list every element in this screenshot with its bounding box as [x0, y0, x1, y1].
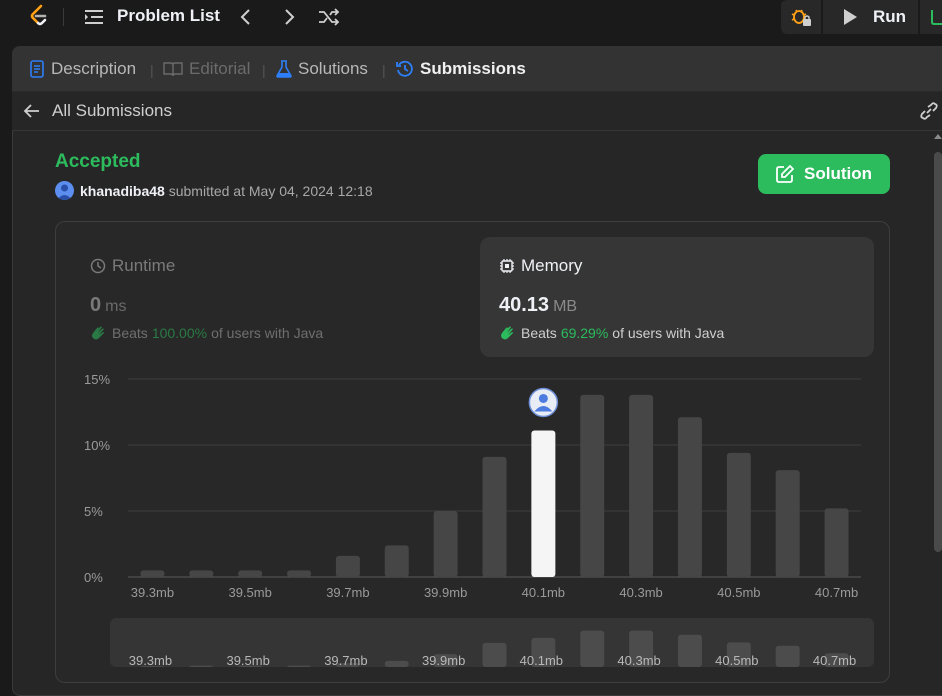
avatar-marker-head	[538, 393, 548, 403]
bar	[335, 555, 360, 577]
bar	[775, 470, 800, 577]
bar	[287, 570, 312, 577]
bar	[726, 452, 751, 577]
x-tick-label: 40.7mb	[815, 585, 858, 600]
overview-x-tick-label: 39.5mb	[226, 653, 269, 668]
overview-x-tick-label: 40.7mb	[813, 653, 856, 668]
x-tick-label: 40.5mb	[717, 585, 760, 600]
scrollbar-thumb[interactable]	[934, 152, 942, 552]
overview-x-tick-label: 39.9mb	[422, 653, 465, 668]
overview-bar	[482, 642, 507, 667]
overview-bar	[384, 660, 409, 667]
overview-bar	[580, 630, 605, 667]
bar	[384, 545, 409, 577]
x-tick-label: 39.5mb	[228, 585, 271, 600]
bar	[238, 570, 263, 577]
y-tick-label: 0%	[84, 570, 103, 585]
overview-bar	[775, 645, 800, 667]
memory-distribution-chart: 15% 10% 5% 0% 39.3mb 39.5mb 39.7mb 39.9mb 40.1mb…	[84, 372, 874, 668]
bar	[433, 511, 458, 577]
y-tick-label: 10%	[84, 438, 110, 453]
overview-bar	[189, 665, 214, 667]
x-tick-label: 40.1mb	[522, 585, 565, 600]
x-tick-label: 39.3mb	[131, 585, 174, 600]
bar	[824, 508, 849, 577]
scroll-up-icon[interactable]	[934, 134, 942, 139]
bar	[482, 456, 507, 577]
overview-bar	[677, 634, 702, 667]
x-tick-label: 39.9mb	[424, 585, 467, 600]
bar	[140, 570, 165, 577]
overview-bar	[287, 665, 312, 667]
bar	[629, 394, 654, 577]
overview-x-tick-label: 40.5mb	[715, 653, 758, 668]
bar-highlight	[531, 430, 556, 577]
overview-x-tick-label: 39.3mb	[129, 653, 172, 668]
overview-x-tick-label: 40.1mb	[520, 653, 563, 668]
bar	[189, 570, 214, 577]
overview-x-tick-label: 40.3mb	[617, 653, 660, 668]
overview-x-tick-label: 39.7mb	[324, 653, 367, 668]
x-tick-label: 39.7mb	[326, 585, 369, 600]
y-tick-label: 15%	[84, 372, 110, 387]
x-tick-label: 40.3mb	[619, 585, 662, 600]
bar	[677, 417, 702, 577]
bar	[580, 394, 605, 577]
y-tick-label: 5%	[84, 504, 103, 519]
